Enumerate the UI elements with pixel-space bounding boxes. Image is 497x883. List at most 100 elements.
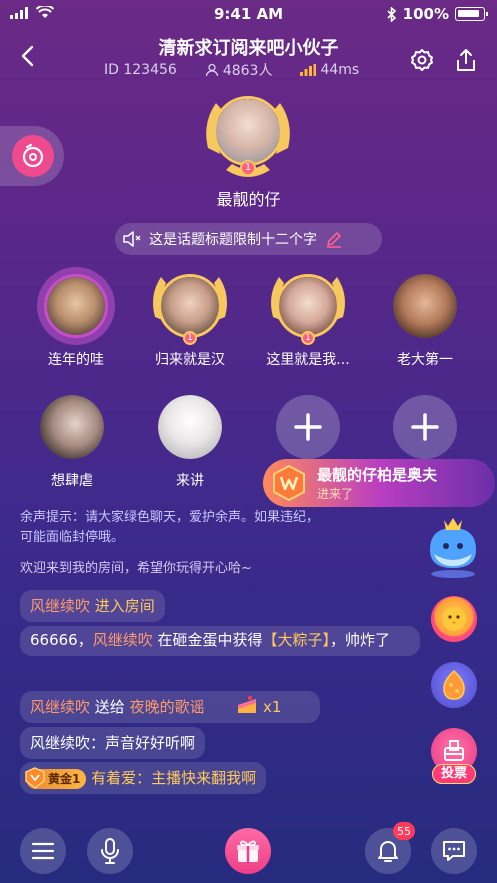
add-seat-button[interactable] [393,395,457,459]
chat-text: ：主播快来翻我啊 [136,769,257,787]
chat-text: ，帅炸了 [330,631,391,649]
seat-6[interactable]: 来讲 [140,392,240,490]
microphone-icon [101,838,119,864]
topic-text: 这是话题标题限制十二个字 [149,232,317,248]
seat-avatar: 1 [153,271,227,345]
chat-message: 风继续吹：声音好好听啊 [20,727,206,759]
status-right: 100% [387,5,488,23]
chat-text: 在砸金蛋中获得 [157,631,263,649]
seat-rank-badge: 1 [183,331,197,345]
room-meta: ID 123456 4863人 44ms [104,60,359,80]
system-notice: 余声提示：请大家绿色聊天，爱护余声。如果违纪，可能面临封停哦。 [20,510,320,545]
chat-message: 66666，风继续吹 在砸金蛋中获得【大粽子】，帅炸了 [20,626,420,656]
latency-text: 44ms [320,62,360,78]
seat-name: 连年的哇 [48,352,104,368]
seat-avatar [37,392,107,462]
host-rank-badge: 1 [240,160,256,176]
chat-message: 黄金1 有着爱：主播快来翻我啊 [20,762,267,794]
seat-name: 想肆虐 [51,473,93,489]
ballot-box-icon [444,740,464,761]
welcome-message: 欢迎来到我的房间，希望你玩得开心哈~ [20,561,252,576]
egg-icon [443,669,465,700]
gift-target[interactable]: 夜晚的歌谣 [130,698,205,716]
speaker-icon [123,231,141,247]
battery-icon [455,7,488,21]
seat-1[interactable]: 连年的哇 [26,267,126,369]
edit-icon[interactable] [325,230,343,248]
latency: 44ms [300,62,359,78]
plus-icon [411,413,439,441]
status-bar: 9:41 AM 100% [0,0,497,28]
notifications-button[interactable]: 55 [365,822,415,874]
settings-button[interactable] [408,46,436,74]
bluetooth-icon [387,6,396,22]
room-id: ID 123456 [104,62,177,78]
bell-icon [378,841,398,862]
disc-icon [22,143,44,168]
host-avatar [213,96,283,166]
host-name: 最靓的仔 [216,190,281,209]
entrance-banner: 最靓的仔柏是奥夫 进来了 [263,459,495,507]
chat-user[interactable]: 风继续吹 [30,597,90,615]
chat-input-button[interactable] [431,828,477,874]
seat-8-empty[interactable] [375,392,475,459]
chat-user[interactable]: 风继续吹 [30,698,90,716]
menu-icon [31,842,55,860]
seat-2[interactable]: 1 归来就是汉 [140,271,240,369]
vip-badge-icon [273,464,305,502]
member-count: 4863人 [205,60,272,80]
share-button[interactable] [452,46,480,74]
seat-avatar [155,392,225,462]
chat-bubble-icon [443,841,465,861]
menu-button[interactable] [20,828,66,874]
banner-title: 最靓的仔柏是奥夫 [317,466,438,484]
gold-shield-icon [25,767,45,789]
seat-name: 来讲 [176,473,204,489]
seat-avatar: 1 [271,271,345,345]
gift-message: 风继续吹 送给 夜晚的歌谣 x1 [20,691,320,723]
share-icon [457,49,475,71]
seat-avatar [390,271,460,341]
chat-user[interactable]: 风继续吹 [93,631,153,649]
emoji-button[interactable] [431,596,477,642]
topic-bar[interactable]: 这是话题标题限制十二个字 [115,223,382,255]
plus-icon [294,413,322,441]
chat-user[interactable]: 有着爱 [91,769,136,787]
seat-4[interactable]: 老大第一 [375,271,475,369]
host-seat[interactable]: 1 [198,88,298,188]
person-icon [205,63,218,77]
signal-strength-icon [300,64,317,76]
whale-mascot-icon [430,518,476,578]
chick-icon [442,607,466,631]
seat-rank-badge: 1 [301,331,315,345]
cake-gift-icon [238,696,257,713]
seat-avatar [37,267,115,345]
gear-icon [411,49,433,71]
level-badge: 黄金1 [25,767,87,789]
gift-icon [237,840,259,862]
music-disc-button[interactable] [12,135,54,177]
add-seat-button[interactable] [276,395,340,459]
seat-7-empty[interactable] [258,392,358,459]
vote-label[interactable]: 投票 [432,764,476,784]
microphone-button[interactable] [87,828,133,874]
seat-name: 这里就是我... [266,352,350,368]
chat-text: 66666， [30,631,93,649]
level-badge-text: 黄金1 [48,772,81,786]
chat-text: 送给 [94,698,125,716]
seat-5[interactable]: 想肆虐 [22,392,122,490]
chat-action: 进入房间 [94,597,155,615]
gift-button[interactable] [225,828,271,874]
banner-subtitle: 进来了 [317,487,354,501]
chat-text: 风继续吹：声音好好听啊 [30,734,196,752]
chat-prize: 【大粽子】 [262,631,331,649]
gift-count: x1 [262,698,282,716]
seat-3[interactable]: 1 这里就是我... [258,271,358,369]
seat-name: 老大第一 [397,352,453,368]
battery-percent: 100% [402,5,449,23]
golden-egg-button[interactable] [431,662,477,708]
chat-message: 风继续吹 进入房间 [20,590,165,622]
mascot-button[interactable] [418,510,488,580]
seat-name: 归来就是汉 [155,352,225,368]
notification-count-badge: 55 [393,822,415,840]
